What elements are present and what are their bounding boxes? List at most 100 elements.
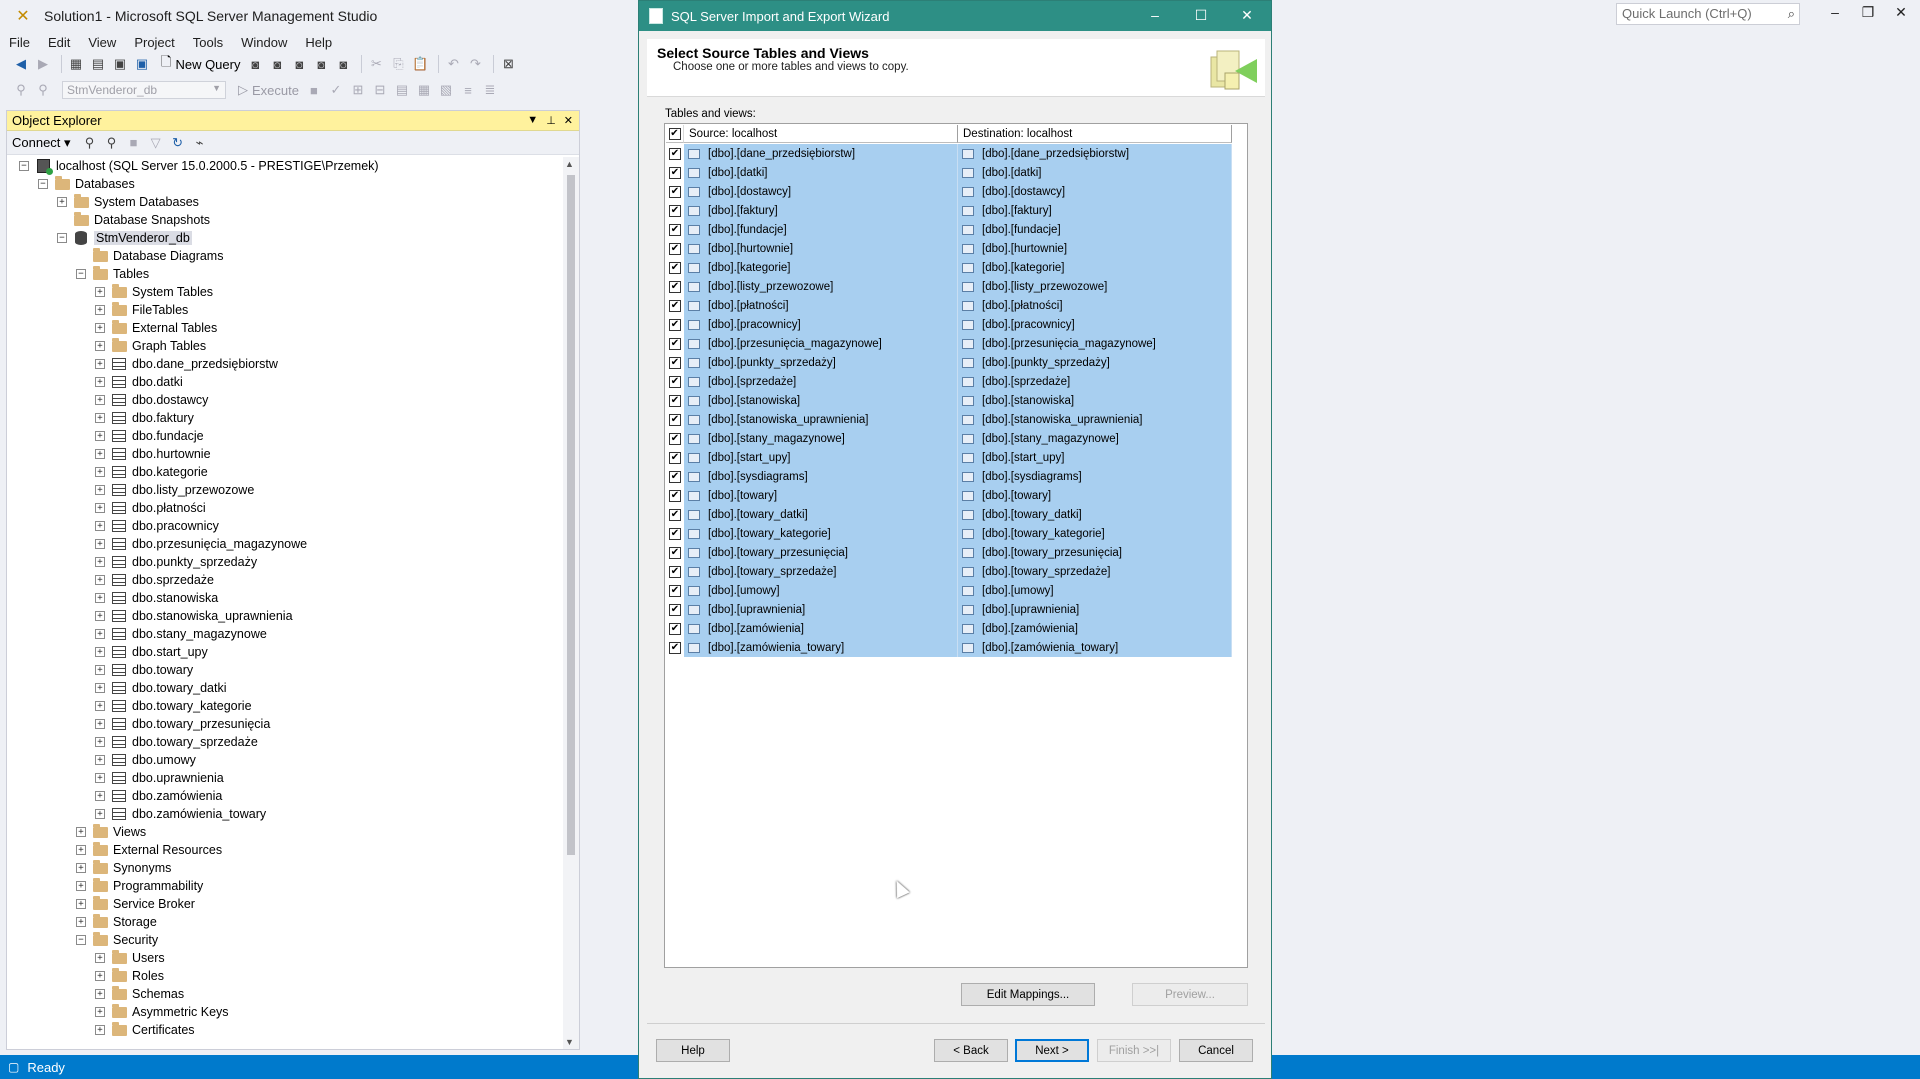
tree-node[interactable]: + dbo.punkty_sprzedaży (7, 553, 563, 571)
source-cell[interactable]: [dbo].[dane_przedsiębiorstw] (684, 144, 958, 163)
destination-cell[interactable]: [dbo].[sprzedaże] (958, 372, 1232, 391)
expand-icon[interactable]: + (95, 737, 105, 747)
preview-button[interactable]: Preview... (1132, 983, 1248, 1006)
tree-node[interactable]: + dbo.towary_sprzedaże (7, 733, 563, 751)
destination-column-header[interactable]: Destination: localhost (958, 125, 1232, 143)
expand-icon[interactable]: + (95, 989, 105, 999)
source-cell[interactable]: [dbo].[zamówienia_towary] (684, 638, 958, 657)
source-cell[interactable]: [dbo].[fundacje] (684, 220, 958, 239)
xmla-query-icon[interactable]: ◙ (312, 55, 330, 73)
table-row[interactable]: ✔ [dbo].[hurtownie] [dbo].[hurtownie] (666, 239, 1232, 258)
destination-cell[interactable]: [dbo].[przesunięcia_magazynowe] (958, 334, 1232, 353)
row-checkbox[interactable]: ✔ (669, 318, 681, 331)
destination-cell[interactable]: [dbo].[uprawnienia] (958, 600, 1232, 619)
tree-node[interactable]: + dbo.towary (7, 661, 563, 679)
destination-cell[interactable]: [dbo].[stanowiska] (958, 391, 1232, 410)
new-query-button[interactable]: 🗋 New Query (161, 53, 240, 75)
expand-icon[interactable]: + (95, 287, 105, 297)
tree-node[interactable]: + Synonyms (7, 859, 563, 877)
destination-cell[interactable]: [dbo].[fundacje] (958, 220, 1232, 239)
source-cell[interactable]: [dbo].[hurtownie] (684, 239, 958, 258)
panel-close-icon[interactable]: ✕ (564, 114, 573, 127)
source-column-header[interactable]: Source: localhost (684, 125, 958, 143)
table-row[interactable]: ✔ [dbo].[punkty_sprzedaży] [dbo].[punkty_s… (666, 353, 1232, 372)
source-cell[interactable]: [dbo].[pracownicy] (684, 315, 958, 334)
source-cell[interactable]: [dbo].[kategorie] (684, 258, 958, 277)
destination-cell[interactable]: [dbo].[umowy] (958, 581, 1232, 600)
expand-icon[interactable]: + (57, 197, 67, 207)
tree-node[interactable]: + Users (7, 949, 563, 967)
expand-icon[interactable]: + (95, 413, 105, 423)
pin-icon[interactable]: ⊥ (546, 114, 556, 127)
tree-node[interactable]: + dbo.sprzedaże (7, 571, 563, 589)
tree-node[interactable]: + dbo.towary_kategorie (7, 697, 563, 715)
undo-icon[interactable]: ↶ (444, 55, 462, 73)
tree-node[interactable]: + Certificates (7, 1021, 563, 1039)
row-checkbox[interactable]: ✔ (669, 432, 681, 445)
connect-icon[interactable]: ⚲ (12, 81, 30, 99)
tree-node[interactable]: + dbo.fundacje (7, 427, 563, 445)
row-checkbox[interactable]: ✔ (669, 280, 681, 293)
expand-icon[interactable]: + (76, 827, 86, 837)
tree-node[interactable]: − StmVenderor_db (7, 229, 563, 247)
scroll-up-icon[interactable]: ▲ (565, 159, 574, 169)
expand-icon[interactable]: + (95, 665, 105, 675)
expand-icon[interactable]: + (95, 449, 105, 459)
quick-launch-input[interactable]: Quick Launch (Ctrl+Q) ⌕ (1616, 3, 1800, 25)
source-cell[interactable]: [dbo].[przesunięcia_magazynowe] (684, 334, 958, 353)
next-button[interactable]: Next > (1015, 1039, 1089, 1062)
tree-node[interactable]: + dbo.umowy (7, 751, 563, 769)
disconnect-server-icon[interactable]: ⚲ (103, 134, 121, 152)
close-icon[interactable]: ✕ (1236, 7, 1258, 24)
collapse-icon[interactable]: − (76, 935, 86, 945)
row-checkbox[interactable]: ✔ (669, 166, 681, 179)
expand-icon[interactable]: + (95, 341, 105, 351)
table-row[interactable]: ✔ [dbo].[towary] [dbo].[towary] (666, 486, 1232, 505)
tree-node[interactable]: + External Resources (7, 841, 563, 859)
destination-cell[interactable]: [dbo].[towary] (958, 486, 1232, 505)
tree-node[interactable]: + dbo.dane_przedsiębiorstw (7, 355, 563, 373)
tree-node[interactable]: + Programmability (7, 877, 563, 895)
tree-node[interactable]: + dbo.hurtownie (7, 445, 563, 463)
table-row[interactable]: ✔ [dbo].[faktury] [dbo].[faktury] (666, 201, 1232, 220)
row-checkbox[interactable]: ✔ (669, 527, 681, 540)
destination-cell[interactable]: [dbo].[punkty_sprzedaży] (958, 353, 1232, 372)
tree-node[interactable]: + dbo.przesunięcia_magazynowe (7, 535, 563, 553)
table-row[interactable]: ✔ [dbo].[start_upy] [dbo].[start_upy] (666, 448, 1232, 467)
save-all-icon[interactable]: ▣ (133, 55, 151, 73)
tree-node[interactable]: − localhost (SQL Server 15.0.2000.5 - PRE… (7, 157, 563, 175)
row-checkbox[interactable]: ✔ (669, 546, 681, 559)
table-row[interactable]: ✔ [dbo].[listy_przewozowe] [dbo].[listy_pr… (666, 277, 1232, 296)
destination-cell[interactable]: [dbo].[towary_przesunięcia] (958, 543, 1232, 562)
destination-cell[interactable]: [dbo].[towary_sprzedaże] (958, 562, 1232, 581)
source-cell[interactable]: [dbo].[towary_kategorie] (684, 524, 958, 543)
finish-button[interactable]: Finish >>| (1097, 1039, 1171, 1062)
menu-window[interactable]: Window (232, 35, 296, 50)
collapse-icon[interactable]: − (57, 233, 67, 243)
row-checkbox[interactable]: ✔ (669, 470, 681, 483)
source-cell[interactable]: [dbo].[towary_sprzedaże] (684, 562, 958, 581)
table-row[interactable]: ✔ [dbo].[dane_przedsiębiorstw] [dbo].[dane… (666, 144, 1232, 163)
menu-project[interactable]: Project (125, 35, 183, 50)
tree-node[interactable]: + dbo.kategorie (7, 463, 563, 481)
expand-icon[interactable]: + (95, 593, 105, 603)
forward-icon[interactable]: ▶ (34, 55, 52, 73)
filter-icon[interactable]: ▽ (147, 134, 165, 152)
expand-icon[interactable]: + (95, 755, 105, 765)
destination-cell[interactable]: [dbo].[zamówienia] (958, 619, 1232, 638)
scroll-down-icon[interactable]: ▼ (565, 1037, 574, 1047)
results-file-icon[interactable]: ▧ (437, 81, 455, 99)
expand-icon[interactable]: + (95, 539, 105, 549)
row-checkbox[interactable]: ✔ (669, 147, 681, 160)
destination-cell[interactable]: [dbo].[dane_przedsiębiorstw] (958, 144, 1232, 163)
row-checkbox[interactable]: ✔ (669, 299, 681, 312)
connect-server-icon[interactable]: ⚲ (81, 134, 99, 152)
mdx-query-icon[interactable]: ◙ (268, 55, 286, 73)
table-row[interactable]: ✔ [dbo].[stany_magazynowe] [dbo].[stany_ma… (666, 429, 1232, 448)
table-row[interactable]: ✔ [dbo].[towary_datki] [dbo].[towary_datki… (666, 505, 1232, 524)
expand-icon[interactable]: + (95, 431, 105, 441)
table-row[interactable]: ✔ [dbo].[datki] [dbo].[datki] (666, 163, 1232, 182)
destination-cell[interactable]: [dbo].[start_upy] (958, 448, 1232, 467)
destination-cell[interactable]: [dbo].[hurtownie] (958, 239, 1232, 258)
tree-node[interactable]: + dbo.uprawnienia (7, 769, 563, 787)
